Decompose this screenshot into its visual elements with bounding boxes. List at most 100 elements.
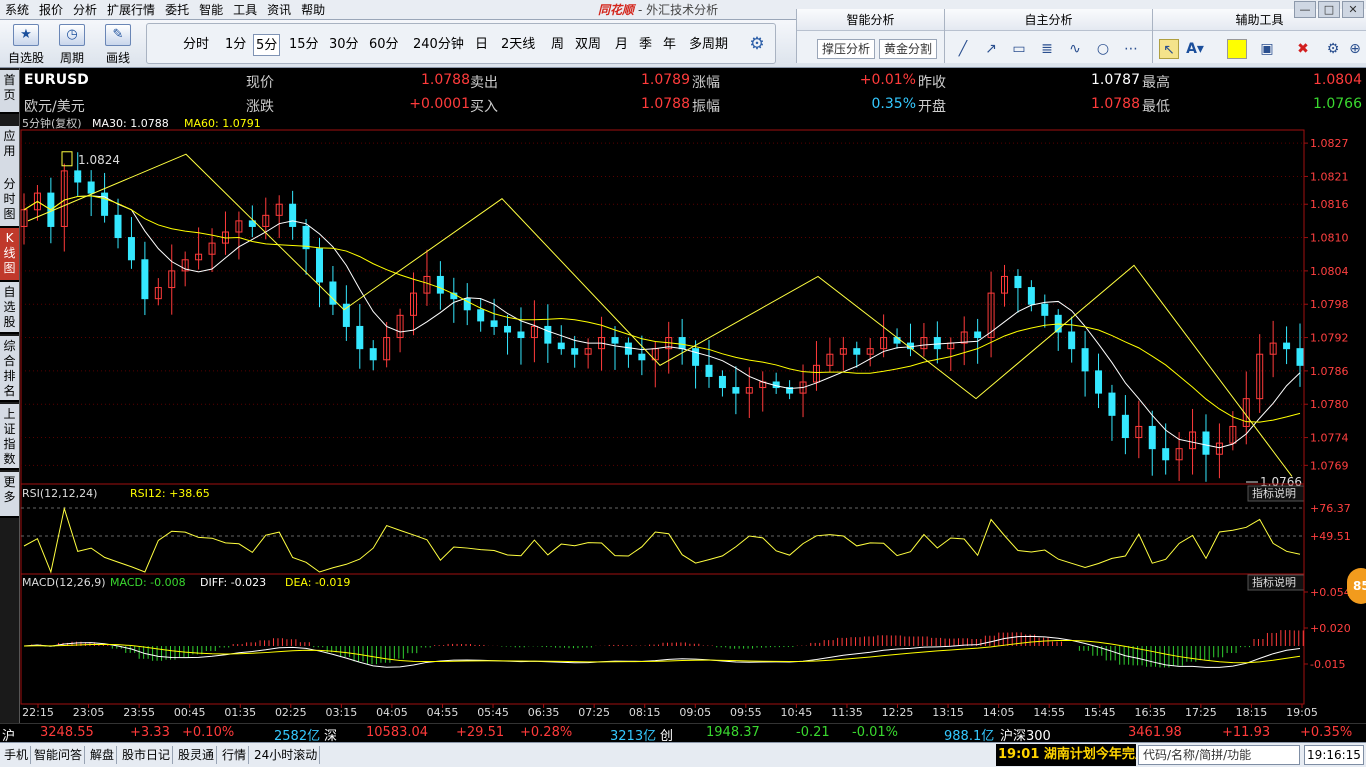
x-tick-label: 16:35 [1134, 706, 1166, 719]
period-15min[interactable]: 15分 [287, 34, 321, 56]
wave-tool-icon[interactable]: ∿ [1065, 39, 1085, 59]
delete-drawing-icon[interactable]: ✖ [1293, 39, 1313, 59]
kline-chart[interactable]: 5分钟(复权) MA30: 1.0788 MA60: 1.0791 1.0827… [20, 116, 1366, 723]
period-5min[interactable]: 5分 [253, 34, 281, 56]
search-input[interactable]: 代码/名称/简拼/功能 [1138, 745, 1300, 765]
period-30min[interactable]: 30分 [327, 34, 361, 56]
draw-line-button[interactable]: ✎ 画线 [98, 24, 138, 66]
y-tick-label: 1.0827 [1310, 137, 1349, 150]
app-logo: 同花顺 [598, 3, 635, 17]
line-tool-icon[interactable]: ╱ [953, 39, 973, 59]
period-240min[interactable]: 240分钟 [411, 34, 466, 56]
candle [1054, 309, 1062, 351]
stock-alert-button[interactable]: 股灵通 [176, 746, 218, 764]
market-commentary-button[interactable]: 解盘 [88, 746, 118, 764]
support-resistance-button[interactable]: 撑压分析 [817, 39, 876, 59]
macd-value: MACD: -0.008 [110, 576, 186, 589]
candle [1135, 400, 1143, 459]
side-tab-favorites[interactable]: 自选股 [0, 282, 19, 334]
dea-value: DEA: -0.019 [285, 576, 350, 589]
period-biweek[interactable]: 双周 [573, 34, 603, 56]
side-tab-ranking[interactable]: 综合排名 [0, 336, 19, 402]
golden-section-button[interactable]: 黄金分割 [879, 39, 938, 59]
arrow-line-tool-icon[interactable]: ↗ [981, 39, 1001, 59]
candle-body [638, 353, 646, 361]
y-tick-label: 1.0798 [1310, 298, 1349, 311]
x-tick-label: 03:15 [326, 706, 358, 719]
menu-analysis[interactable]: 分析 [68, 0, 102, 20]
window-controls: — □ ✕ [1294, 1, 1364, 18]
period-month[interactable]: 月 [613, 34, 630, 56]
candle [786, 380, 794, 400]
news-24h-button[interactable]: 24小时滚动 [252, 746, 321, 764]
menu-extended[interactable]: 扩展行情 [102, 0, 160, 20]
period-60min[interactable]: 60分 [367, 34, 401, 56]
stock-diary-button[interactable]: 股市日记 [120, 746, 174, 764]
candle-body [477, 309, 485, 322]
side-tab-home[interactable]: 首页 [0, 70, 19, 114]
favorites-button[interactable]: ★ 自选股 [6, 24, 46, 66]
period-year[interactable]: 年 [661, 34, 678, 56]
fibonacci-tool-icon[interactable]: ≣ [1037, 39, 1057, 59]
side-tab-apps[interactable]: 应用 [0, 126, 19, 176]
save-drawing-icon[interactable]: ▣ [1257, 39, 1277, 59]
side-tab-timeshare[interactable]: 分时图 [0, 174, 19, 228]
color-picker-icon[interactable] [1227, 39, 1247, 59]
menu-quote[interactable]: 报价 [34, 0, 68, 20]
y-tick-label: 1.0786 [1310, 365, 1349, 378]
period-label: 周期 [59, 51, 84, 65]
period-button[interactable]: ◷ 周期 [52, 24, 92, 66]
x-tick-label: 23:05 [73, 706, 105, 719]
period-timeshare[interactable]: 分时 [181, 34, 211, 56]
period-multi[interactable]: 多周期 [687, 34, 730, 56]
expand-tools-icon[interactable]: ⊕ [1345, 39, 1365, 59]
ma60-legend: MA60: 1.0791 [184, 117, 261, 130]
candle-body [490, 320, 498, 327]
candle-body [289, 203, 297, 227]
rectangle-tool-icon[interactable]: ▭ [1009, 39, 1029, 59]
y-tick-label: 1.0774 [1310, 432, 1349, 445]
more-tools-icon[interactable]: ⋯ [1121, 39, 1141, 59]
window-title: - 外汇技术分析 [638, 3, 719, 17]
cursor-tool-icon[interactable]: ↖ [1159, 39, 1179, 59]
x-tick-label: 07:25 [578, 706, 610, 719]
clock: 19:16:15 [1304, 745, 1364, 765]
market-button[interactable]: 行情 [220, 746, 250, 764]
tool-settings-icon[interactable]: ⚙ [1323, 39, 1343, 59]
y-tick-label: 1.0821 [1310, 170, 1349, 183]
text-tool-icon[interactable]: A▾ [1185, 39, 1205, 59]
side-tab-kline[interactable]: K线图 [0, 228, 19, 282]
menu-tools[interactable]: 工具 [228, 0, 262, 20]
menu-trade[interactable]: 委托 [160, 0, 194, 20]
candle-body [1027, 287, 1035, 305]
x-tick-label: 14:55 [1033, 706, 1065, 719]
menu-smart[interactable]: 智能 [194, 0, 228, 20]
side-tab-sh-index[interactable]: 上证指数 [0, 404, 19, 470]
minimize-icon[interactable]: — [1294, 1, 1316, 18]
macd-tick-label: -0.015 [1310, 658, 1345, 671]
mobile-button[interactable]: 手机 [2, 746, 32, 764]
notification-badge[interactable]: 85 [1347, 568, 1366, 604]
menu-help[interactable]: 帮助 [296, 0, 330, 20]
candle-body [1108, 392, 1116, 416]
cy-pct: -0.01% [852, 725, 898, 740]
y-tick-label: 1.0810 [1310, 232, 1349, 245]
period-day[interactable]: 日 [473, 34, 490, 56]
maximize-icon[interactable]: □ [1318, 1, 1340, 18]
side-tab-more[interactable]: 更多 [0, 472, 19, 518]
circle-tool-icon[interactable]: ○ [1093, 39, 1113, 59]
gear-icon[interactable]: ⚙ [747, 34, 767, 54]
sell-price: 1.0789 [641, 72, 690, 88]
menu-system[interactable]: 系统 [0, 0, 34, 20]
candle-body [933, 337, 941, 350]
candle [1202, 414, 1210, 482]
period-quarter[interactable]: 季 [637, 34, 654, 56]
news-ticker[interactable]: 19:01 湖南计划今年完成 [996, 744, 1136, 766]
period-week[interactable]: 周 [549, 34, 566, 56]
period-1min[interactable]: 1分 [223, 34, 248, 56]
menu-news[interactable]: 资讯 [262, 0, 296, 20]
smart-qa-button[interactable]: 智能问答 [32, 746, 86, 764]
candle [544, 304, 552, 363]
close-icon[interactable]: ✕ [1342, 1, 1364, 18]
period-2day[interactable]: 2天线 [499, 34, 537, 56]
